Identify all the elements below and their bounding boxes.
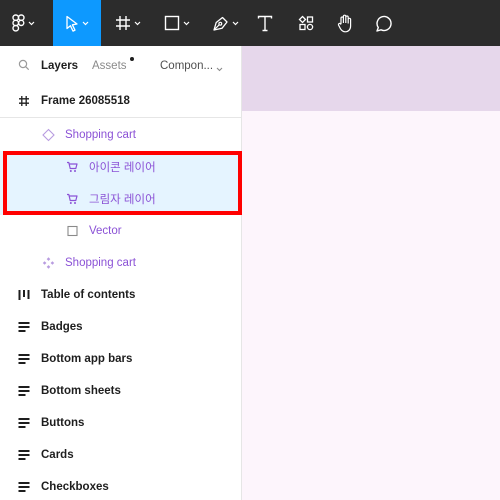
layer-label: Bottom sheets [41, 385, 121, 397]
hand-tool-button[interactable] [331, 0, 359, 46]
columns-icon [18, 289, 30, 301]
chevron-down-icon [232, 21, 239, 26]
cursor-arrow-icon [65, 15, 79, 32]
section-lines-icon [18, 322, 30, 333]
tab-assets[interactable]: Assets [92, 60, 127, 72]
resources-button[interactable] [292, 0, 320, 46]
comment-tool-button[interactable] [370, 0, 398, 46]
layer-row-shopping-cart-instance[interactable]: Shopping cart [0, 119, 241, 151]
rectangle-icon [164, 15, 180, 31]
layer-row-vector[interactable]: Vector [0, 215, 241, 247]
layers-panel: Layers Assets Compon... Frame 26085518 S… [0, 46, 242, 500]
shopping-cart-icon [66, 161, 78, 173]
section-lines-icon [18, 450, 30, 461]
layer-label: Vector [89, 225, 122, 237]
layer-row-buttons[interactable]: Buttons [0, 407, 241, 439]
layer-row-icon-layer[interactable]: 아이콘 레이어 [0, 151, 241, 183]
layer-label: Table of contents [41, 289, 136, 301]
layer-label: Bottom app bars [41, 353, 133, 365]
layer-row-shopping-cart-component[interactable]: Shopping cart [0, 247, 241, 279]
pen-tool-button[interactable] [203, 0, 247, 46]
assets-notification-dot [130, 57, 134, 61]
layer-label: 아이콘 레이어 [89, 162, 156, 174]
text-tool-button[interactable] [251, 0, 279, 46]
design-canvas[interactable] [242, 46, 500, 500]
layer-row-table-of-contents[interactable]: Table of contents [0, 279, 241, 311]
shopping-cart-icon [66, 193, 78, 205]
resources-icon [298, 15, 314, 31]
layer-row-bottom-sheets[interactable]: Bottom sheets [0, 375, 241, 407]
search-icon[interactable] [18, 59, 30, 74]
component-instance-icon [42, 128, 55, 142]
comment-icon [375, 14, 393, 32]
layer-row-frame[interactable]: Frame 26085518 [0, 85, 241, 118]
move-tool-button[interactable] [53, 0, 101, 46]
layer-row-checkboxes[interactable]: Checkboxes [0, 471, 241, 500]
component-set-icon [42, 257, 55, 270]
layer-label: Shopping cart [65, 129, 136, 141]
chevron-down-icon [183, 21, 190, 26]
layer-label: Shopping cart [65, 257, 136, 269]
panel-tabs: Layers Assets Compon... [0, 46, 242, 86]
section-lines-icon [18, 482, 30, 493]
layer-row-badges[interactable]: Badges [0, 311, 241, 343]
layer-label: 그림자 레이어 [89, 194, 156, 206]
layer-label: Buttons [41, 417, 85, 429]
chevron-down-icon[interactable] [216, 63, 223, 75]
layer-label: Checkboxes [41, 481, 109, 493]
shape-tool-button[interactable] [155, 0, 199, 46]
tab-layers[interactable]: Layers [41, 60, 78, 72]
toolbar [0, 0, 500, 46]
vector-square-icon [67, 225, 78, 237]
layer-label: Badges [41, 321, 83, 333]
frame-tool-button[interactable] [107, 0, 149, 46]
pen-icon [212, 15, 229, 32]
text-icon [257, 15, 273, 32]
section-lines-icon [18, 418, 30, 429]
tab-components[interactable]: Compon... [160, 60, 213, 72]
section-lines-icon [18, 354, 30, 365]
figma-logo-icon [11, 14, 25, 32]
main-menu-button[interactable] [0, 0, 46, 46]
layer-row-bottom-app-bars[interactable]: Bottom app bars [0, 343, 241, 375]
layer-label: Cards [41, 449, 74, 461]
layer-label: Frame 26085518 [41, 95, 130, 107]
chevron-down-icon [82, 21, 89, 26]
hash-frame-icon [18, 95, 30, 107]
chevron-down-icon [134, 21, 141, 26]
section-lines-icon [18, 386, 30, 397]
layer-row-shadow-layer[interactable]: 그림자 레이어 [0, 183, 241, 215]
canvas-frame-header [242, 46, 500, 111]
hash-frame-icon [115, 15, 131, 31]
chevron-down-icon [28, 21, 35, 26]
layer-row-cards[interactable]: Cards [0, 439, 241, 471]
hand-icon [337, 14, 354, 33]
